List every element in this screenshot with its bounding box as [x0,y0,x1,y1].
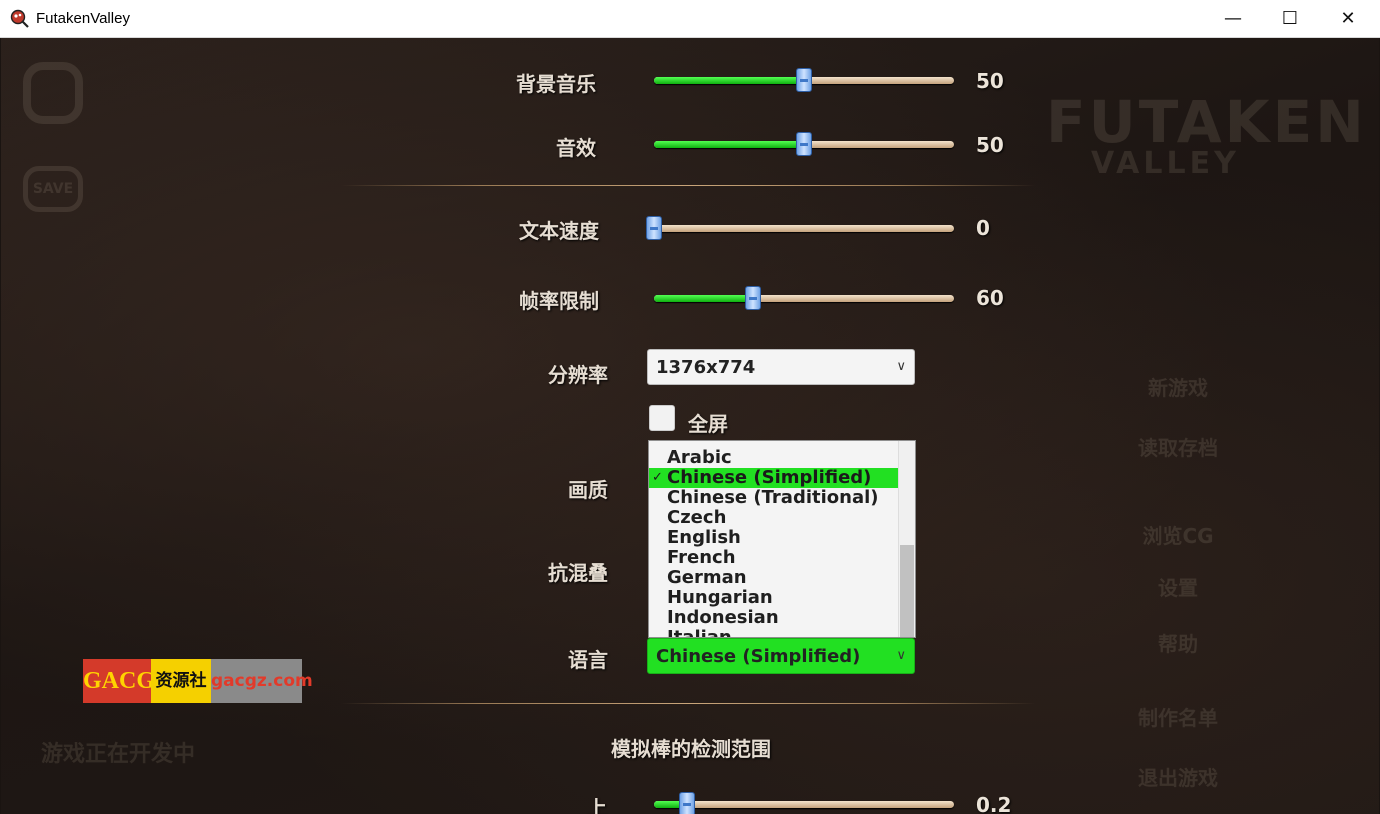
sfx-value: 50 [976,133,1004,157]
stick-section-title: 模拟棒的检测范围 [611,737,771,761]
sfx-slider-thumb[interactable] [796,132,812,156]
watermark-part-1: GACG [83,659,155,703]
stick-up-value: 0.2 [976,793,1012,814]
text-speed-label: 文本速度 [519,219,599,243]
language-select[interactable]: Chinese (Simplified) ∨ [647,638,915,674]
stick-up-slider[interactable] [654,792,954,814]
menu-credits[interactable]: 制作名单 [1078,702,1278,731]
resolution-select[interactable]: 1376x774 ∨ [647,349,915,385]
bgm-slider-thumb[interactable] [796,68,812,92]
site-watermark-logo: GACG 资源社 gacgz.com [83,659,313,703]
sfx-slider[interactable] [654,132,954,156]
bgm-value: 50 [976,69,1004,93]
language-scrollbar[interactable] [898,441,915,637]
language-option[interactable]: Italian [649,628,898,638]
menu-exit[interactable]: 退出游戏 [1078,762,1278,791]
language-value: Chinese (Simplified) [656,646,861,667]
chevron-down-icon: ∨ [896,359,906,374]
menu-help[interactable]: 帮助 [1078,628,1278,657]
bgm-slider[interactable] [654,68,954,92]
text-speed-slider-thumb[interactable] [646,216,662,240]
language-option[interactable]: Hungarian [649,588,898,608]
game-controller-icon [23,62,83,124]
fps-limit-label: 帧率限制 [519,289,599,313]
sfx-label: 音效 [556,136,596,160]
menu-new-game[interactable]: 新游戏 [1078,372,1278,401]
game-viewport: SAVE FUTAKEN VALLEY 游戏正在开发中 新游戏 读取存档 浏览C… [1,38,1379,814]
language-dropdown-list[interactable]: Arabic ✓ Chinese (Simplified) Chinese (Tr… [648,440,916,638]
language-option[interactable]: French [649,548,898,568]
antialias-label: 抗混叠 [548,561,608,585]
app-icon [10,9,29,28]
close-button[interactable]: ✕ [1319,0,1377,38]
fullscreen-checkbox[interactable] [649,405,675,431]
stick-up-label: 上 [587,796,607,814]
language-option[interactable]: English [649,528,898,548]
text-speed-value: 0 [976,216,990,240]
language-option-selected[interactable]: ✓ Chinese (Simplified) [649,468,898,488]
game-logo-bottom: VALLEY [1091,146,1240,181]
language-scrollbar-thumb[interactable] [900,545,914,637]
fps-limit-value: 60 [976,286,1004,310]
minimize-button[interactable]: — [1204,0,1262,38]
text-speed-slider[interactable] [646,216,954,240]
watermark-part-2: 资源社 [151,659,211,703]
dev-notice: 游戏正在开发中 [41,742,196,767]
save-icon: SAVE [23,166,83,212]
language-option[interactable]: Indonesian [649,608,898,628]
maximize-button[interactable]: ☐ [1261,0,1319,38]
language-option[interactable]: Chinese (Traditional) [649,488,898,508]
chevron-down-icon: ∨ [896,648,906,663]
quality-label: 画质 [568,478,608,502]
window-title: FutakenValley [36,10,130,27]
section-divider [341,185,1036,186]
resolution-value: 1376x774 [656,357,756,378]
checkmark-icon: ✓ [652,470,663,485]
menu-gallery[interactable]: 浏览CG [1078,520,1278,549]
menu-settings[interactable]: 设置 [1078,572,1278,601]
window-title-bar: FutakenValley — ☐ ✕ [0,0,1380,38]
section-divider [341,703,1036,704]
stick-up-slider-thumb[interactable] [679,792,695,814]
fullscreen-label: 全屏 [688,412,728,436]
watermark-part-3: gacgz.com [211,659,313,703]
language-option[interactable]: Czech [649,508,898,528]
resolution-label: 分辨率 [548,363,608,387]
language-label: 语言 [568,648,608,672]
fps-limit-slider[interactable] [654,286,954,310]
fps-limit-slider-thumb[interactable] [745,286,761,310]
language-option[interactable]: Arabic [649,448,898,468]
language-option[interactable]: German [649,568,898,588]
bgm-label: 背景音乐 [516,72,596,96]
menu-load-game[interactable]: 读取存档 [1078,432,1278,461]
